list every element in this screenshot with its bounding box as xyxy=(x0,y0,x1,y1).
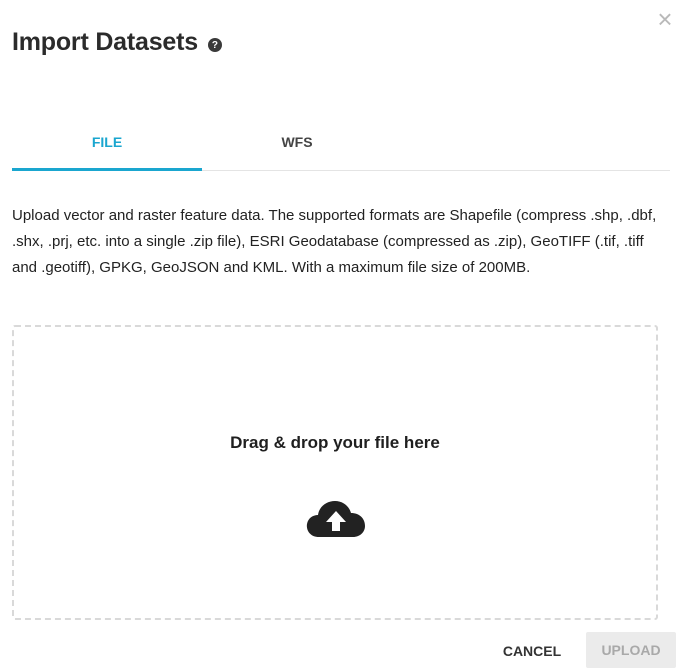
tab-file[interactable]: FILE xyxy=(12,116,202,171)
file-dropzone[interactable]: Drag & drop your file here xyxy=(12,325,658,620)
dialog-title: Import Datasets xyxy=(12,28,198,56)
import-datasets-dialog: × Import Datasets ? FILE WFS Upload vect… xyxy=(0,0,676,668)
upload-button[interactable]: UPLOAD xyxy=(586,632,676,668)
cloud-upload-icon xyxy=(306,501,365,537)
tab-bar: FILE WFS xyxy=(12,116,670,171)
dialog-header: Import Datasets ? xyxy=(12,28,222,57)
question-circle-icon[interactable]: ? xyxy=(207,38,222,52)
supported-formats-description: Upload vector and raster feature data. T… xyxy=(12,207,657,276)
cancel-button[interactable]: CANCEL xyxy=(486,634,578,668)
close-icon[interactable]: × xyxy=(652,6,676,32)
tab-wfs[interactable]: WFS xyxy=(202,116,392,168)
dropzone-label: Drag & drop your file here xyxy=(230,433,440,452)
